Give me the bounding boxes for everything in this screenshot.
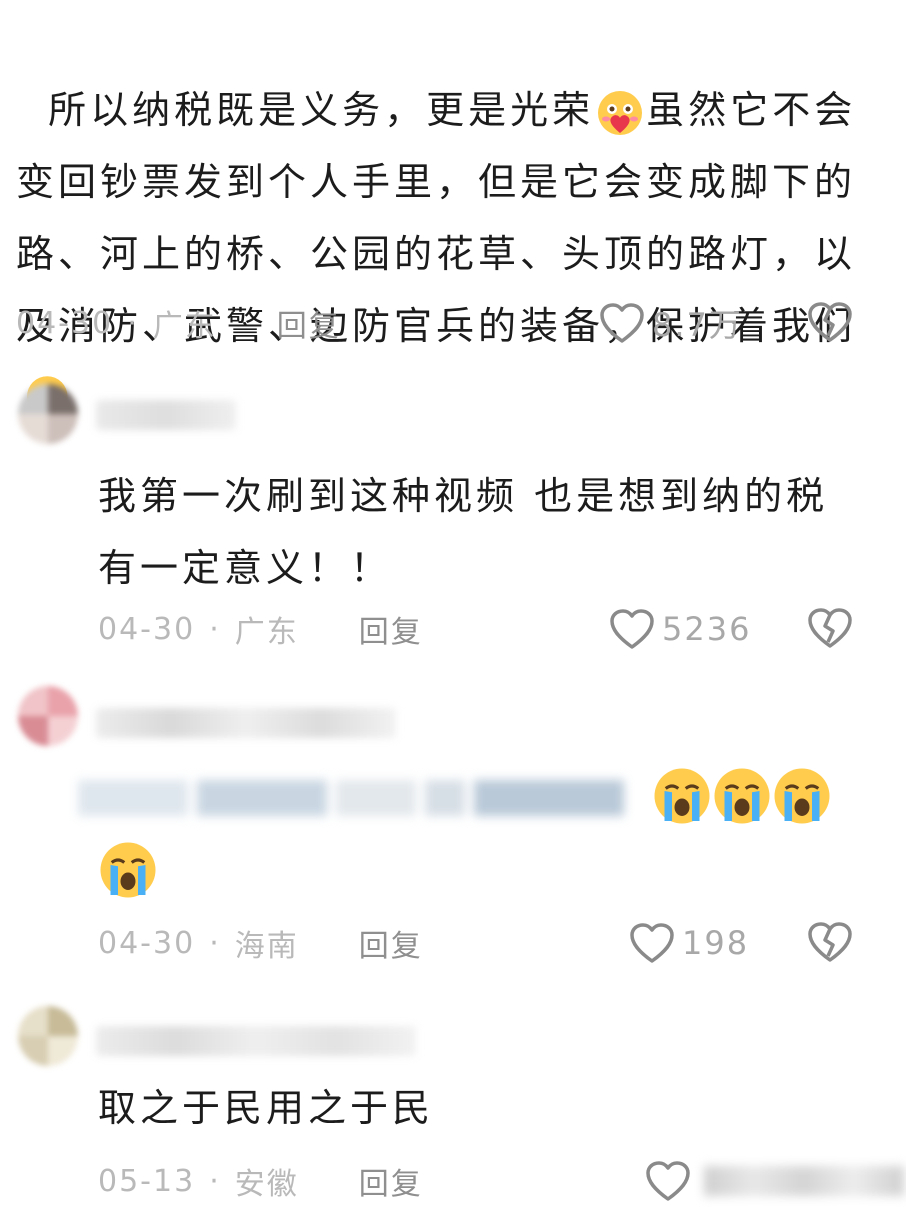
- like-button[interactable]: 8.7万: [598, 298, 743, 348]
- reply-button[interactable]: 回复: [277, 301, 341, 345]
- reply-button[interactable]: 回复: [359, 921, 423, 965]
- comment-2-meta: 04-30 · 广东 回复: [98, 604, 423, 654]
- heart-icon: [630, 923, 674, 963]
- comment-4-text: 取之于民用之于民: [98, 1086, 435, 1130]
- comment-2-text: 我第一次刷到这种视频 也是想到纳的税有一定意义！！: [98, 474, 829, 590]
- avatar[interactable]: [18, 1006, 78, 1066]
- comment-region: 广东: [234, 615, 299, 650]
- broken-heart-icon[interactable]: [806, 920, 854, 964]
- comment-1-text: 所以纳税既是义务，更是光荣 虽然它不会变回钞票发到个人手里，但是它会变成脚下的路、…: [16, 2, 876, 434]
- like-count: 8.7万: [652, 306, 743, 344]
- reply-button[interactable]: 回复: [359, 1159, 423, 1203]
- broken-heart-icon[interactable]: [806, 606, 854, 650]
- heart-icon: [646, 1161, 690, 1201]
- heart-icon: [600, 303, 644, 343]
- comment-1-text-part1: 所以纳税既是义务，更是光荣: [48, 88, 595, 132]
- avatar[interactable]: [18, 384, 78, 444]
- comment-date: 04-30: [16, 305, 114, 341]
- username-blurred[interactable]: [96, 400, 236, 430]
- heart-icon: [610, 609, 654, 649]
- comment-date: 04-30: [98, 925, 196, 961]
- like-count: 198: [682, 924, 750, 962]
- comment-1-meta: 04-30 · 广东 回复: [16, 298, 341, 348]
- loudly-crying-emoji-icon: [654, 768, 710, 824]
- comment-date: 05-13: [98, 1163, 196, 1199]
- comment-region: 海南: [234, 929, 299, 964]
- username-blurred[interactable]: [96, 1026, 416, 1056]
- avatar[interactable]: [18, 686, 78, 746]
- loudly-crying-emoji-icon: [774, 768, 830, 824]
- reply-button[interactable]: 回复: [359, 607, 423, 651]
- like-count: 5236: [662, 610, 752, 648]
- comment-date: 04-30: [98, 611, 196, 647]
- broken-heart-icon[interactable]: [806, 300, 854, 344]
- separator-dot: ·: [209, 925, 221, 961]
- like-button[interactable]: [644, 1156, 904, 1206]
- separator-dot: ·: [209, 1163, 221, 1199]
- separator-dot: ·: [209, 611, 221, 647]
- comment-3-text-blurred: [78, 780, 638, 820]
- watermark-blurred: [704, 1166, 904, 1196]
- like-button[interactable]: 198: [628, 918, 749, 968]
- loudly-crying-emoji-icon: [714, 768, 770, 824]
- comment-4-meta: 05-13 · 安徽 回复: [98, 1156, 423, 1206]
- heart-eyes-holding-heart-emoji-icon: [598, 90, 643, 135]
- like-button[interactable]: 5236: [608, 604, 751, 654]
- comment-region: 安徽: [234, 1167, 299, 1202]
- username-blurred[interactable]: [96, 708, 396, 738]
- separator-dot: ·: [127, 305, 139, 341]
- comment-3-meta: 04-30 · 海南 回复: [98, 918, 423, 968]
- comment-region: 广东: [152, 309, 217, 344]
- loudly-crying-emoji-icon: [100, 842, 156, 898]
